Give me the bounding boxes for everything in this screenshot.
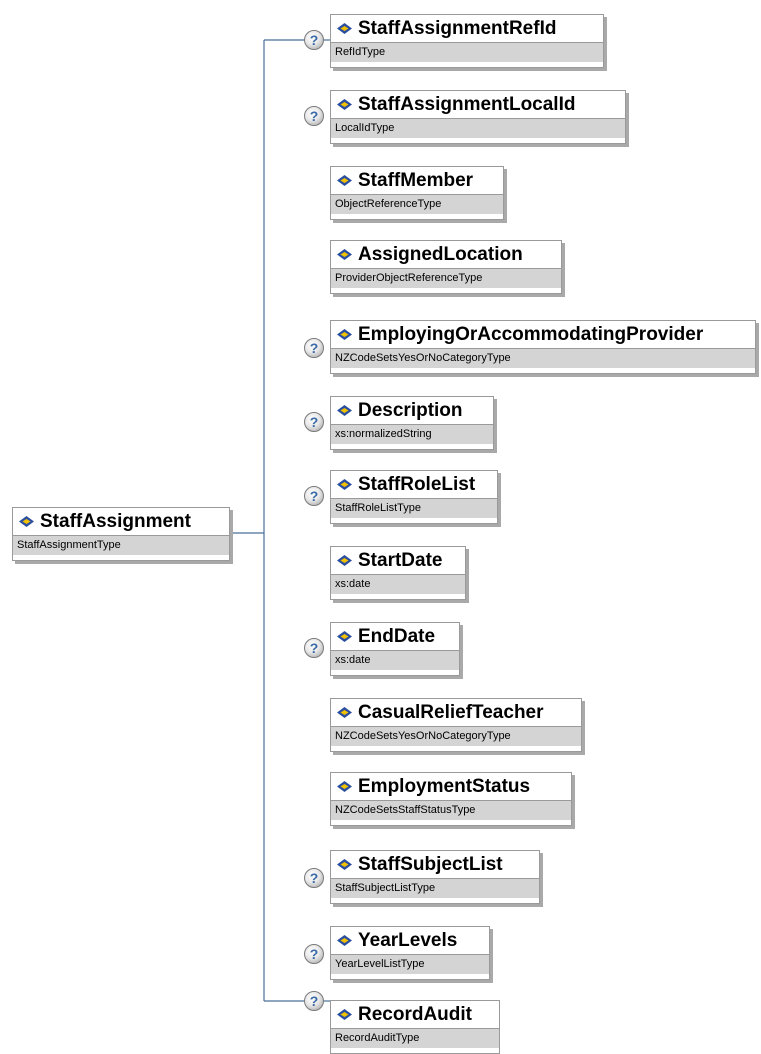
- element-diamond-icon: [337, 859, 352, 870]
- optional-help-icon[interactable]: ?: [304, 412, 324, 432]
- element-box-staffassignmentrefid[interactable]: StaffAssignmentRefId RefIdType: [330, 14, 604, 68]
- root-element-name: StaffAssignment: [40, 510, 191, 532]
- element-title-row: StaffAssignmentLocalId: [331, 91, 625, 118]
- optional-help-icon[interactable]: ?: [304, 944, 324, 964]
- optional-help-icon[interactable]: ?: [304, 486, 324, 506]
- element-diamond-icon: [337, 707, 352, 718]
- element-name: StaffAssignmentRefId: [358, 17, 557, 39]
- element-title-row: EmployingOrAccommodatingProvider: [331, 321, 755, 348]
- root-element-title-row: StaffAssignment: [13, 508, 229, 535]
- element-type: ObjectReferenceType: [331, 194, 503, 214]
- element-diamond-icon: [337, 555, 352, 566]
- element-type: NZCodeSetsYesOrNoCategoryType: [331, 726, 581, 746]
- element-title-row: StaffSubjectList: [331, 851, 539, 878]
- element-type: xs:date: [331, 574, 465, 594]
- element-type: YearLevelListType: [331, 954, 489, 974]
- element-title-row: EndDate: [331, 623, 459, 650]
- element-title-row: StaffAssignmentRefId: [331, 15, 603, 42]
- element-name: EndDate: [358, 625, 436, 647]
- element-name: StaffRoleList: [358, 473, 476, 495]
- element-diamond-icon: [337, 1009, 352, 1020]
- element-box-employmentstatus[interactable]: EmploymentStatus NZCodeSetsStaffStatusTy…: [330, 772, 572, 826]
- element-box-staffrolelist[interactable]: StaffRoleList StaffRoleListType: [330, 470, 498, 524]
- element-name: CasualReliefTeacher: [358, 701, 544, 723]
- element-box-staffmember[interactable]: StaffMember ObjectReferenceType: [330, 166, 504, 220]
- optional-help-icon[interactable]: ?: [304, 338, 324, 358]
- element-box-staffsubjectlist[interactable]: StaffSubjectList StaffSubjectListType: [330, 850, 540, 904]
- element-name: Description: [358, 399, 463, 421]
- element-name: StartDate: [358, 549, 443, 571]
- element-diamond-icon: [337, 99, 352, 110]
- element-title-row: AssignedLocation: [331, 241, 561, 268]
- element-name: YearLevels: [358, 929, 458, 951]
- element-diamond-icon: [337, 175, 352, 186]
- element-title-row: CasualReliefTeacher: [331, 699, 581, 726]
- element-diamond-icon: [337, 631, 352, 642]
- element-box-description[interactable]: Description xs:normalizedString: [330, 396, 494, 450]
- element-type: StaffRoleListType: [331, 498, 497, 518]
- root-element-box[interactable]: StaffAssignment StaffAssignmentType: [12, 507, 230, 561]
- element-box-startdate[interactable]: StartDate xs:date: [330, 546, 466, 600]
- optional-help-icon[interactable]: ?: [304, 868, 324, 888]
- element-title-row: EmploymentStatus: [331, 773, 571, 800]
- element-title-row: StartDate: [331, 547, 465, 574]
- optional-help-icon[interactable]: ?: [304, 30, 324, 50]
- element-name: AssignedLocation: [358, 243, 523, 265]
- element-type: LocalIdType: [331, 118, 625, 138]
- element-diamond-icon: [337, 249, 352, 260]
- element-title-row: Description: [331, 397, 493, 424]
- element-diamond-icon: [337, 479, 352, 490]
- optional-help-icon[interactable]: ?: [304, 991, 324, 1011]
- element-name: StaffMember: [358, 169, 474, 191]
- element-type: xs:date: [331, 650, 459, 670]
- element-diamond-icon: [337, 781, 352, 792]
- element-title-row: RecordAudit: [331, 1001, 499, 1028]
- element-diamond-icon: [337, 329, 352, 340]
- element-name: EmployingOrAccommodatingProvider: [358, 323, 704, 345]
- element-diamond-icon: [337, 935, 352, 946]
- element-title-row: StaffRoleList: [331, 471, 497, 498]
- element-box-staffassignmentlocalid[interactable]: StaffAssignmentLocalId LocalIdType: [330, 90, 626, 144]
- element-box-enddate[interactable]: EndDate xs:date: [330, 622, 460, 676]
- root-element-type: StaffAssignmentType: [13, 535, 229, 555]
- element-name: RecordAudit: [358, 1003, 472, 1025]
- element-diamond-icon: [337, 23, 352, 34]
- element-box-recordaudit[interactable]: RecordAudit RecordAuditType: [330, 1000, 500, 1054]
- element-title-row: StaffMember: [331, 167, 503, 194]
- optional-help-icon[interactable]: ?: [304, 638, 324, 658]
- element-name: StaffSubjectList: [358, 853, 503, 875]
- element-box-casualreliefteacher[interactable]: CasualReliefTeacher NZCodeSetsYesOrNoCat…: [330, 698, 582, 752]
- optional-help-icon[interactable]: ?: [304, 106, 324, 126]
- element-box-assignedlocation[interactable]: AssignedLocation ProviderObjectReference…: [330, 240, 562, 294]
- element-type: ProviderObjectReferenceType: [331, 268, 561, 288]
- element-type: StaffSubjectListType: [331, 878, 539, 898]
- element-type: RecordAuditType: [331, 1028, 499, 1048]
- element-name: StaffAssignmentLocalId: [358, 93, 576, 115]
- element-diamond-icon: [19, 516, 34, 527]
- element-type: xs:normalizedString: [331, 424, 493, 444]
- element-box-employingoraccommodatingprovider[interactable]: EmployingOrAccommodatingProvider NZCodeS…: [330, 320, 756, 374]
- element-type: NZCodeSetsYesOrNoCategoryType: [331, 348, 755, 368]
- element-type: NZCodeSetsStaffStatusType: [331, 800, 571, 820]
- element-type: RefIdType: [331, 42, 603, 62]
- element-box-yearlevels[interactable]: YearLevels YearLevelListType: [330, 926, 490, 980]
- element-diamond-icon: [337, 405, 352, 416]
- element-title-row: YearLevels: [331, 927, 489, 954]
- element-name: EmploymentStatus: [358, 775, 531, 797]
